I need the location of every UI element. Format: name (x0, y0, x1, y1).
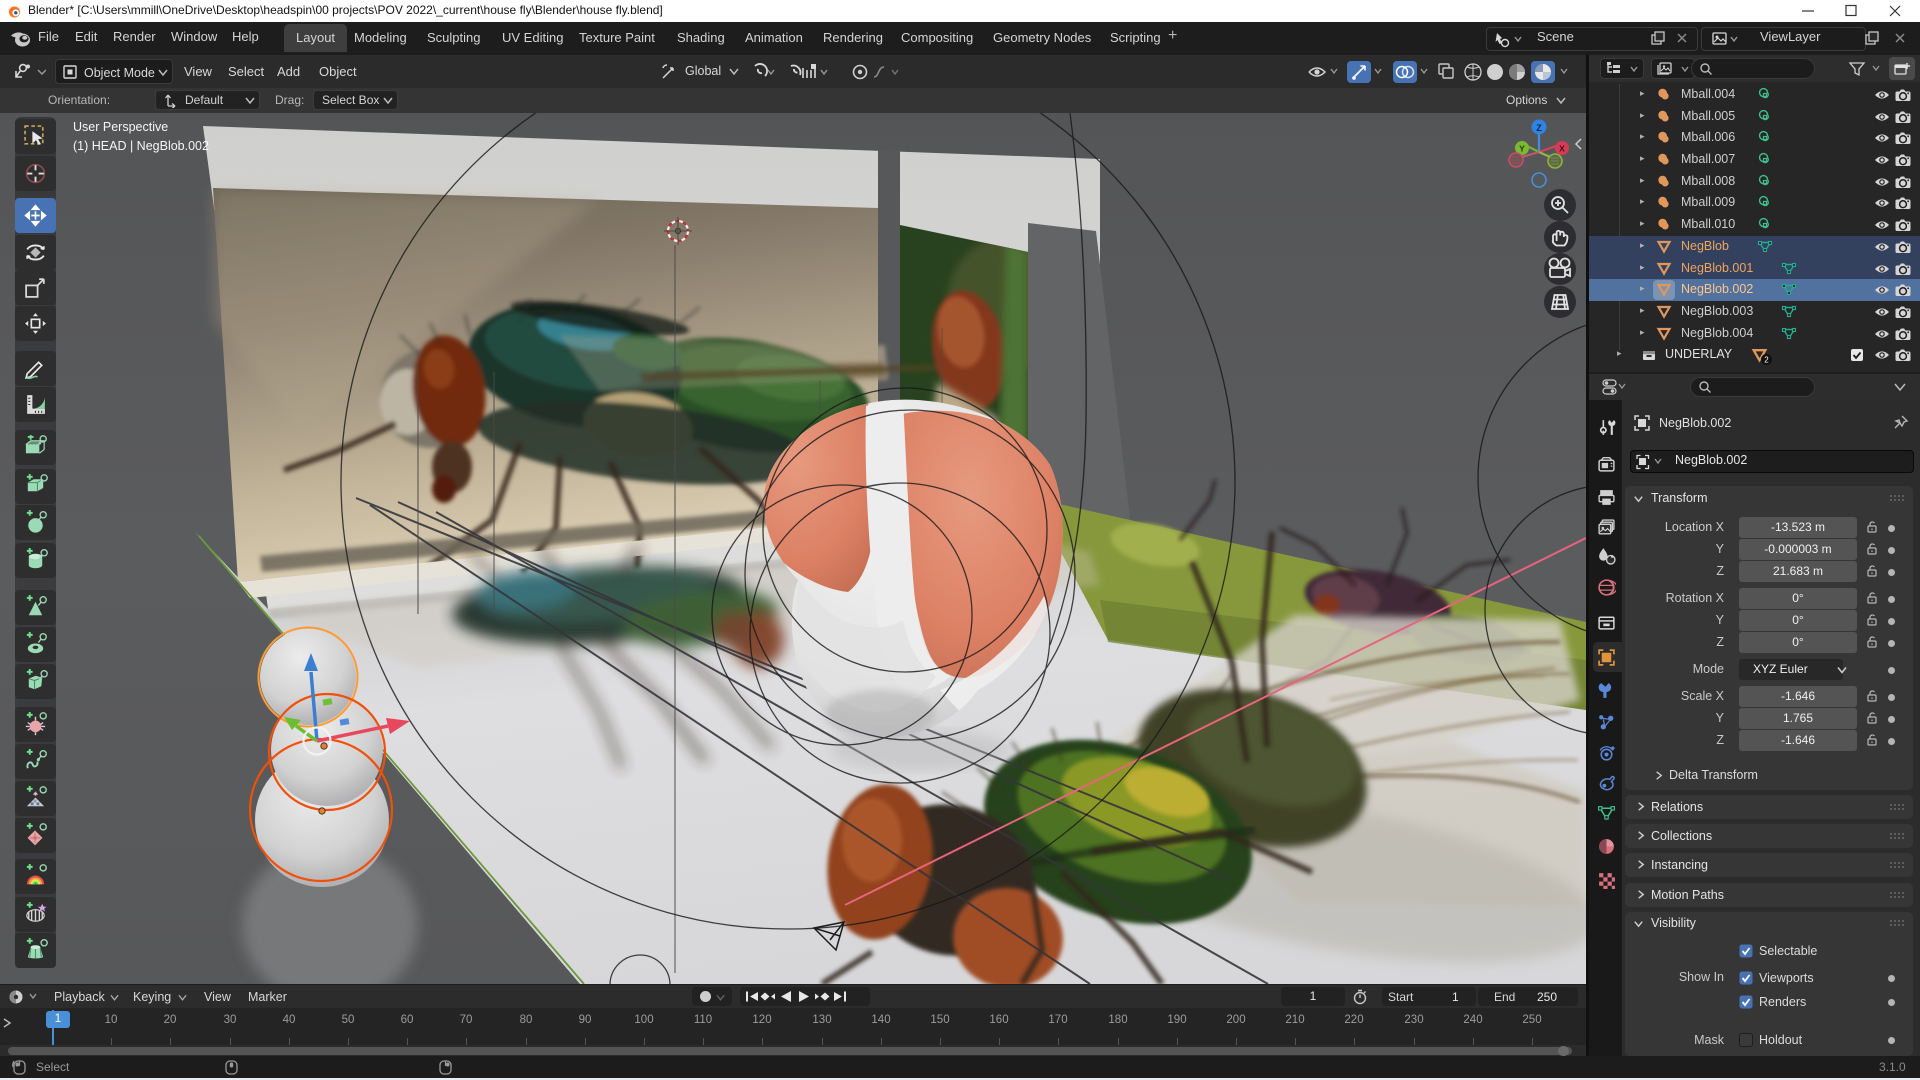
svg-text:User Perspective: User Perspective (73, 120, 168, 134)
svg-text:X: X (1559, 144, 1565, 154)
svg-text:Y: Y (1519, 144, 1525, 154)
svg-text:(1) HEAD | NegBlob.002: (1) HEAD | NegBlob.002 (73, 139, 209, 153)
svg-text:Z: Z (1536, 123, 1542, 133)
svg-text:2: 2 (1764, 355, 1769, 364)
